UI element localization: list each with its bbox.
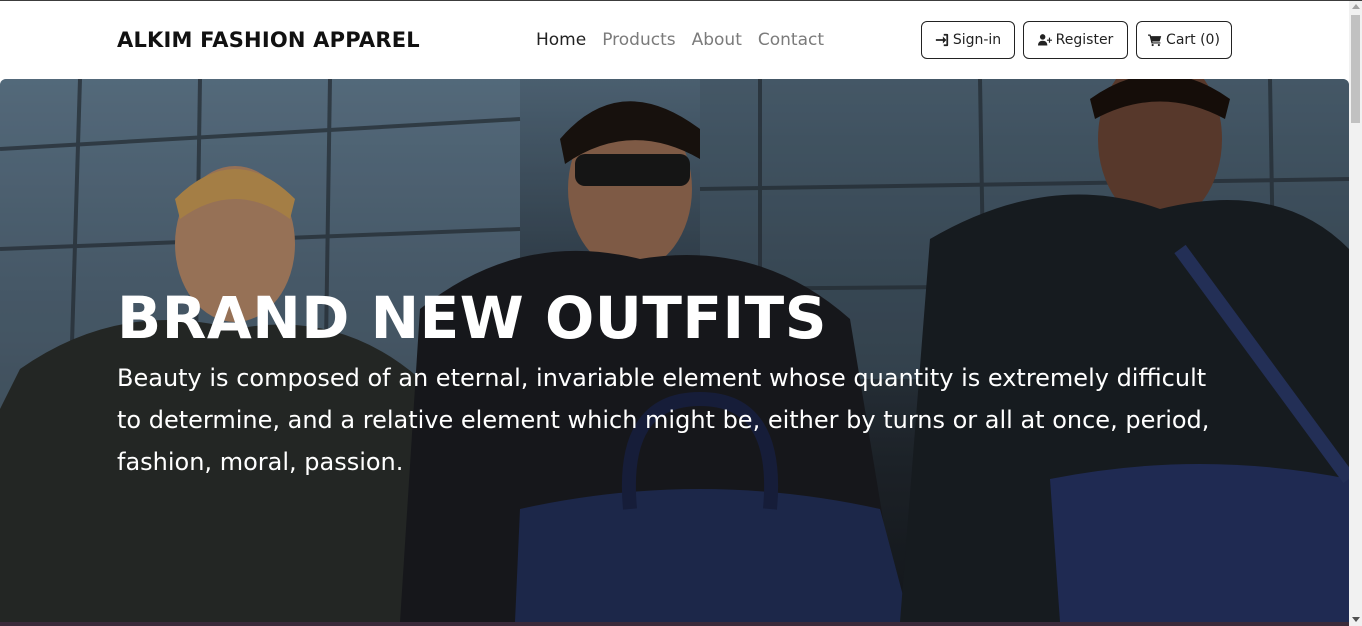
scroll-up-arrow-icon[interactable]: [1352, 4, 1360, 9]
nav-link-about[interactable]: About: [692, 30, 742, 50]
brand-logo[interactable]: ALKIM FASHION APPAREL: [117, 28, 420, 52]
nav-link-contact[interactable]: Contact: [758, 30, 824, 50]
sign-in-icon: [935, 33, 948, 47]
sign-in-label: Sign-in: [952, 32, 1002, 48]
cart-icon: [1148, 34, 1162, 47]
scroll-down-arrow-icon[interactable]: [1352, 617, 1360, 622]
nav-links: Home Products About Contact: [536, 30, 840, 50]
cart-button[interactable]: Cart (0): [1136, 21, 1232, 59]
bottom-edge: [0, 622, 1349, 626]
register-label: Register: [1055, 32, 1114, 48]
navbar: ALKIM FASHION APPAREL Home Products Abou…: [0, 1, 1349, 79]
register-button[interactable]: Register: [1023, 21, 1128, 59]
user-plus-icon: [1037, 34, 1052, 46]
scrollbar-thumb[interactable]: [1351, 15, 1360, 123]
sign-in-button[interactable]: Sign-in: [921, 21, 1015, 59]
vertical-scrollbar[interactable]: [1349, 1, 1362, 626]
hero-banner: BRAND NEW OUTFITS Beauty is composed of …: [0, 79, 1349, 622]
nav-link-home[interactable]: Home: [536, 30, 586, 50]
cart-label: Cart (0): [1166, 32, 1220, 48]
nav-link-products[interactable]: Products: [602, 30, 675, 50]
hero-description: Beauty is composed of an eternal, invari…: [117, 364, 1210, 476]
hero-title: BRAND NEW OUTFITS: [117, 284, 827, 352]
